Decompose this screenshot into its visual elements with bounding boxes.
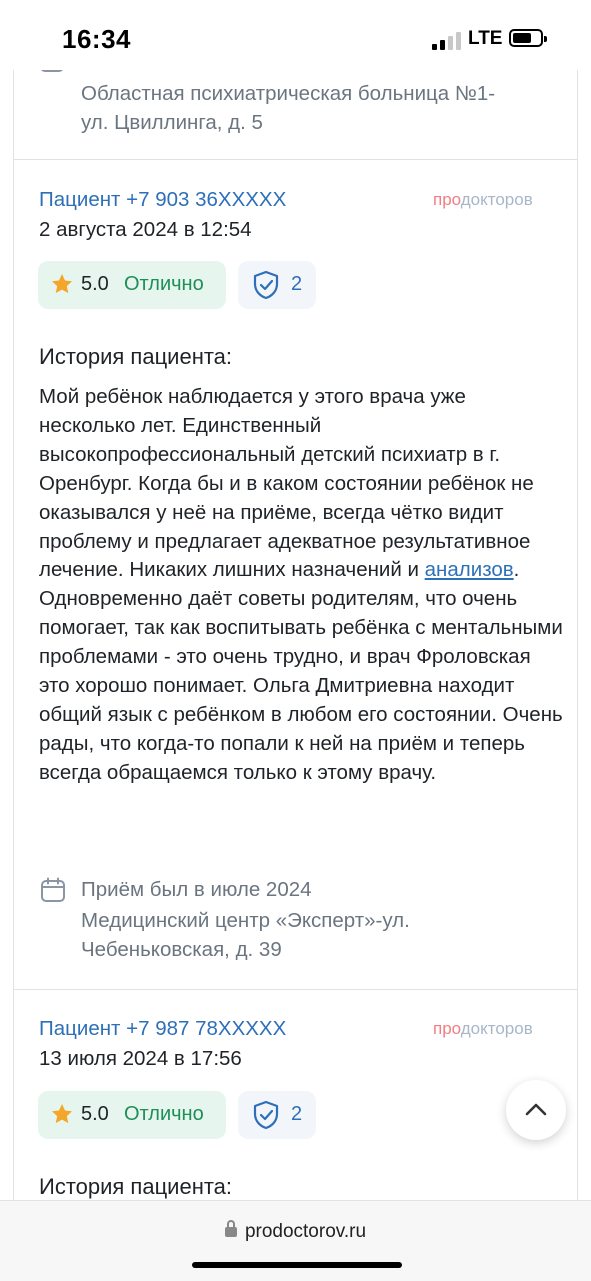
rating-score: 5.0 [81,1103,109,1125]
clinic-address-line: Чебеньковская, д. 39 [81,938,282,961]
brand-logo: продокторов [433,190,533,209]
verified-badge[interactable]: 2 [238,261,316,309]
scroll-to-top-button[interactable] [506,1080,566,1140]
clinic-name-line: Медицинский центр «Эксперт»-ул. [81,909,410,932]
rating-label: Отлично [124,1103,204,1125]
page-content[interactable]: Областная психиатрическая больница №1- у… [0,70,591,1200]
calendar-icon [41,877,65,902]
review-divider [13,989,578,990]
shield-check-icon [253,270,279,300]
rating-score: 5.0 [81,273,109,295]
review-patient-link[interactable]: Пациент +7 903 36XXXXX [39,188,286,212]
network-type: LTE [468,28,503,49]
visit-date: Приём был в июле 2024 [81,878,312,901]
rating-badge: 5.0 Отлично [38,261,226,309]
shield-check-icon [253,1100,279,1130]
chevron-up-icon [525,1103,547,1116]
review-patient-link[interactable]: Пациент +7 987 78XXXXX [39,1017,286,1041]
review-date: 2 августа 2024 в 12:54 [39,218,252,241]
clinic-name-line: Областная психиатрическая больница №1- [81,82,496,105]
rating-badge: 5.0 Отлично [38,1091,226,1139]
rating-label: Отлично [124,273,204,295]
star-icon [52,274,72,294]
signal-icon [432,30,464,50]
analyses-link[interactable]: анализов [425,558,514,581]
story-title: История пациента: [39,1174,233,1199]
brand-logo: продокторов [433,1019,533,1038]
calendar-icon [40,70,64,72]
star-icon [52,1104,72,1124]
story-title: История пациента: [39,344,233,369]
home-indicator[interactable] [192,1262,402,1268]
verified-badge[interactable]: 2 [238,1091,316,1139]
status-time: 16:34 [62,24,131,54]
clinic-address-line: ул. Цвиллинга, д. 5 [81,111,263,134]
url-text: prodoctorov.ru [244,1221,367,1242]
browser-address-bar[interactable]: prodoctorov.ru [0,1200,591,1281]
lock-icon [224,1220,237,1237]
verified-count: 2 [291,273,303,295]
story-text: Мой ребёнок наблюдается у этого врача уж… [39,385,563,784]
verified-count: 2 [291,1103,303,1125]
review-divider [13,159,578,160]
status-bar: 16:34 LTE [0,0,591,70]
battery-icon [509,29,547,47]
review-date: 13 июля 2024 в 17:56 [39,1047,242,1070]
